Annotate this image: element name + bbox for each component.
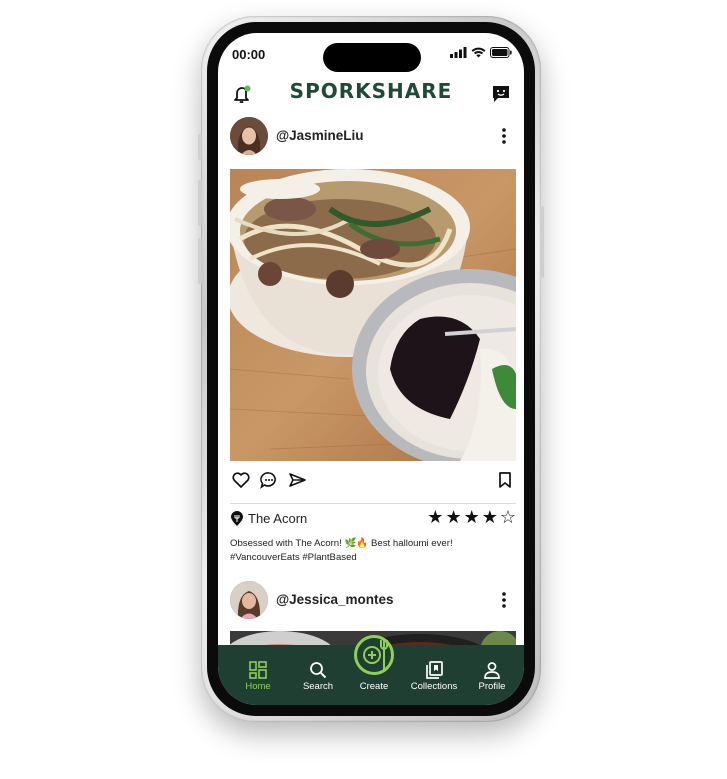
nav-profile-label: Profile (478, 681, 506, 692)
post-header: @Jessica_montes (230, 581, 514, 621)
like-heart-icon[interactable] (230, 469, 252, 491)
more-options-icon[interactable] (494, 589, 514, 611)
post-actions (230, 469, 516, 495)
cellular-signal-icon (450, 47, 467, 58)
phone-screen: 00:00 SPORKSHARE @JasmineLiu The Acorn ★… (218, 33, 524, 705)
post-username[interactable]: @JasmineLiu (276, 128, 363, 143)
post-caption: Obsessed with The Acorn! 🌿🔥 Best halloum… (230, 537, 514, 565)
caption-text: Obsessed with The Acorn! 🌿🔥 Best halloum… (230, 538, 453, 549)
post-username[interactable]: @Jessica_montes (276, 592, 393, 607)
feed[interactable]: @JasmineLiu The Acorn ★ ★ ★ ★ ☆ Obsessed… (218, 113, 524, 673)
post-photo[interactable] (230, 169, 516, 461)
star-filled-icon: ★ (427, 507, 444, 528)
nav-home[interactable]: Home (228, 645, 288, 705)
post-header: @JasmineLiu (230, 117, 514, 157)
phone-frame: 00:00 SPORKSHARE @JasmineLiu The Acorn ★… (198, 16, 544, 722)
collections-icon (426, 661, 443, 679)
bottom-nav: Home Search Create Collections Profile (218, 635, 524, 705)
caption-hashtags[interactable]: #VancouverEats #PlantBased (230, 551, 514, 565)
status-time: 00:00 (232, 47, 266, 62)
avatar[interactable] (230, 581, 268, 619)
nav-profile[interactable]: Profile (462, 645, 522, 705)
share-send-icon[interactable] (286, 469, 308, 491)
chat-bubble-icon[interactable] (490, 83, 512, 105)
battery-icon (490, 47, 512, 58)
app-header: SPORKSHARE (218, 77, 524, 113)
nav-collections-label: Collections (410, 681, 458, 692)
silent-switch (198, 134, 202, 160)
star-filled-icon: ★ (445, 507, 462, 528)
profile-icon (484, 662, 500, 679)
avatar[interactable] (230, 117, 268, 155)
create-plus-fork-icon (354, 635, 394, 675)
rating-stars: ★ ★ ★ ★ ☆ (427, 509, 516, 527)
power-button (540, 206, 544, 278)
star-filled-icon: ★ (481, 507, 498, 528)
comment-icon[interactable] (258, 469, 280, 491)
more-options-icon[interactable] (494, 125, 514, 147)
star-filled-icon: ★ (463, 507, 480, 528)
bookmark-icon[interactable] (494, 469, 516, 491)
volume-up-button (198, 180, 202, 226)
phone-bezel: 00:00 SPORKSHARE @JasmineLiu The Acorn ★… (207, 22, 535, 716)
nav-create-label: Create (359, 681, 389, 692)
restaurant-row: The Acorn ★ ★ ★ ★ ☆ (230, 509, 516, 531)
app-logo: SPORKSHARE (289, 79, 453, 103)
home-grid-icon (249, 661, 267, 679)
search-icon (310, 662, 327, 679)
wifi-icon (471, 47, 486, 58)
nav-search[interactable]: Search (288, 645, 348, 705)
volume-down-button (198, 238, 202, 284)
restaurant-name[interactable]: The Acorn (248, 511, 307, 526)
nav-search-label: Search (302, 681, 334, 692)
star-empty-icon: ☆ (499, 507, 516, 528)
nav-home-label: Home (245, 681, 271, 692)
status-icons (450, 47, 512, 58)
nav-create[interactable]: Create (344, 635, 404, 705)
nav-collections[interactable]: Collections (404, 645, 464, 705)
restaurant-pin-icon (231, 511, 243, 526)
post-divider (230, 503, 516, 504)
dynamic-island (323, 43, 421, 72)
